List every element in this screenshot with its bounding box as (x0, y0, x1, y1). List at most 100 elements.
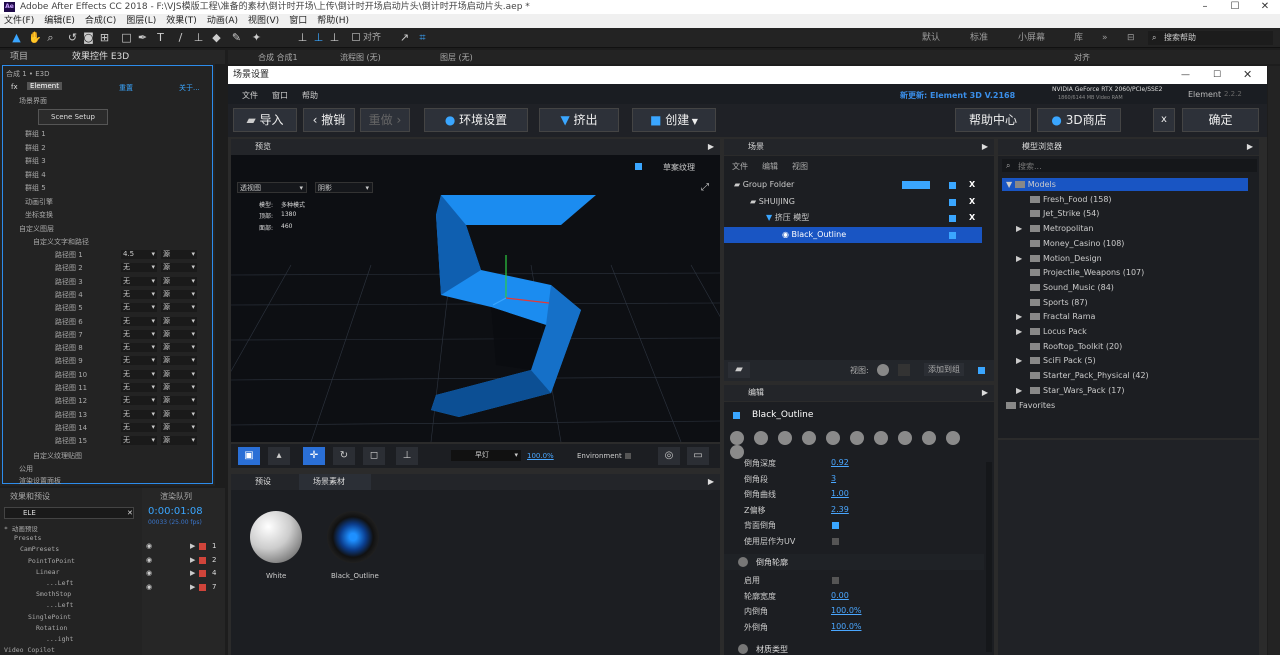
view-grid-icon[interactable] (898, 364, 910, 376)
edit-expand-icon[interactable]: ▶ (982, 385, 988, 401)
model-folder-item[interactable]: Money_Casino (108) (1002, 237, 1248, 250)
menu-layer[interactable]: 图层(L) (126, 16, 156, 26)
path-layer-value-dropdown[interactable]: 无 ▾ (121, 289, 157, 299)
workspace-standard[interactable]: 标准 (970, 30, 988, 46)
preset-tree-item[interactable]: Linear (36, 568, 59, 576)
bevel-property-value[interactable]: 100.0% (831, 606, 862, 615)
reset-link[interactable]: 重置 (119, 83, 133, 93)
property-value[interactable]: 3 (831, 474, 836, 483)
browser-expand-icon[interactable]: ▶ (1247, 139, 1253, 155)
eye-icon[interactable]: ◉ (146, 583, 152, 591)
expand-arrow-icon[interactable]: ▶ (1016, 252, 1022, 265)
import-button[interactable]: ▰ 导入 (233, 108, 297, 132)
tab-effects-presets[interactable]: 效果和预设 (10, 491, 50, 502)
rotate-tool-icon[interactable]: ↺ (66, 31, 79, 44)
pen-tool-icon[interactable]: ✒ (136, 31, 149, 44)
path-layer-source-dropdown[interactable]: 源 ▾ (161, 276, 197, 286)
path-layer-source-dropdown[interactable]: 源 ▾ (161, 422, 197, 432)
path-layer-source-dropdown[interactable]: 源 ▾ (161, 303, 197, 313)
e3d-menu-file[interactable]: 文件 (242, 90, 258, 101)
path-layer-source-dropdown[interactable]: 源 ▾ (161, 409, 197, 419)
material-type-toggle-icon[interactable] (738, 644, 748, 654)
globe-settings-icon[interactable] (946, 431, 960, 445)
axis-icon[interactable]: ⊥ (396, 447, 418, 465)
workspace-library[interactable]: 库 (1074, 30, 1083, 46)
maximize-icon[interactable]: ☐ (1220, 0, 1250, 14)
align-checkbox[interactable] (352, 33, 360, 41)
e3d-menu-help[interactable]: 帮助 (302, 90, 318, 101)
clear-search-icon[interactable]: ✕ (127, 509, 133, 517)
zoom-tool-icon[interactable]: ⌕ (44, 31, 57, 44)
layer-expand-icon[interactable]: ▶ (190, 583, 195, 591)
layer-expand-icon[interactable]: ▶ (190, 569, 195, 577)
layer-expand-icon[interactable]: ▶ (190, 542, 195, 550)
tab-project[interactable]: 项目 (10, 50, 28, 64)
tab-comp[interactable]: 合成 合成1 (258, 52, 298, 63)
shading-icon[interactable] (826, 431, 840, 445)
path-layer-value-dropdown[interactable]: 无 ▾ (121, 329, 157, 339)
path-layer-value-dropdown[interactable]: 无 ▾ (121, 369, 157, 379)
material-black-outline[interactable] (327, 511, 379, 563)
delete-item-icon[interactable]: X (969, 180, 975, 189)
path-layer-source-dropdown[interactable]: 源 ▾ (161, 369, 197, 379)
create-button[interactable]: ■ 创建 ▼ (632, 108, 716, 132)
model-search-input[interactable]: ⌕ 搜索... (1002, 159, 1257, 172)
edit-scrollbar[interactable] (986, 462, 992, 652)
glow-icon[interactable] (898, 431, 912, 445)
model-folder-item[interactable]: Favorites (1002, 399, 1248, 412)
path-layer-source-dropdown[interactable]: 源 ▾ (161, 396, 197, 406)
bevel-property-value[interactable]: 100.0% (831, 622, 862, 631)
close-icon[interactable]: ✕ (1250, 0, 1280, 14)
scene-menu-file[interactable]: 文件 (732, 161, 748, 172)
path-layer-source-dropdown[interactable]: 源 ▾ (161, 250, 197, 259)
shadow-dropdown[interactable]: 阴影 ▾ (315, 182, 373, 193)
group-item[interactable]: 群组 4 (25, 170, 46, 180)
path-layer-source-dropdown[interactable]: 源 ▾ (161, 289, 197, 299)
menu-help[interactable]: 帮助(H) (317, 16, 349, 26)
bevel-property-value[interactable]: 0.00 (831, 591, 849, 600)
extrude-button[interactable]: ▼ 挤出 (539, 108, 619, 132)
expand-arrow-icon[interactable]: ▶ (1016, 310, 1022, 323)
scene-tree-item[interactable]: ◉ Black_Outline (724, 226, 982, 243)
settings-gear-icon[interactable] (730, 445, 744, 459)
model-folder-item[interactable]: Sports (87) (1002, 296, 1248, 309)
model-folder-item[interactable]: ▶ Locus Pack (1002, 325, 1248, 338)
model-folder-item[interactable]: Starter_Pack_Physical (42) (1002, 369, 1248, 382)
image-icon[interactable] (802, 431, 816, 445)
clone-stamp-icon[interactable]: ⊥ (192, 31, 205, 44)
menu-edit[interactable]: 编辑(E) (44, 16, 75, 26)
tab-flowchart[interactable]: 流程图 (无) (340, 52, 381, 63)
preset-tree-item[interactable]: CamPresets (20, 545, 59, 553)
preset-tree-item[interactable]: Video Copilot (4, 646, 55, 654)
public-label[interactable]: 公用 (19, 464, 33, 474)
fullscreen-icon[interactable]: ⤢ (701, 182, 709, 193)
e3d-menu-window[interactable]: 窗口 (272, 90, 288, 101)
menu-view[interactable]: 视图(V) (248, 16, 279, 26)
viewport[interactable]: 透视图 ▾ 阴影 ▾ 模型: 多种模式 顶部: 1380 面部: 460 草案纹理 … (231, 155, 720, 442)
layer-expand-icon[interactable]: ▶ (190, 556, 195, 564)
help-search-input[interactable]: ⌕ 搜索帮助 (1148, 31, 1273, 45)
preset-tree-item[interactable]: ...Left (46, 579, 73, 587)
workspace-small[interactable]: 小屏幕 (1018, 30, 1045, 46)
select-icon[interactable]: ▴ (268, 447, 290, 465)
pan-behind-tool-icon[interactable]: ⊞ (98, 31, 111, 44)
path-layer-value-dropdown[interactable]: 无 ▾ (121, 276, 157, 286)
path-layer-value-dropdown[interactable]: 4.5 ▾ (121, 250, 157, 259)
tab-presets[interactable]: 预设 (255, 474, 271, 490)
path-layer-value-dropdown[interactable]: 无 ▾ (121, 263, 157, 273)
group-item[interactable]: 坐标变换 (25, 210, 53, 220)
preset-tree-item[interactable]: SinglePoint (28, 613, 71, 621)
brush-tool-icon[interactable]: / (174, 31, 187, 44)
scene-tree-item[interactable]: ▰ SHUIJING (724, 194, 982, 210)
custom-text-label[interactable]: 自定义文字和路径 (33, 237, 89, 247)
visibility-toggle[interactable] (949, 231, 956, 239)
eye-icon[interactable]: ◉ (146, 569, 152, 577)
group-item[interactable]: 群组 1 (25, 129, 46, 139)
world-axis-icon[interactable]: ⊥ (312, 31, 325, 44)
path-layer-value-dropdown[interactable]: 无 ▾ (121, 422, 157, 432)
enable-bevel-checkbox[interactable] (832, 577, 839, 584)
custom-layers-label[interactable]: 自定义图层 (19, 224, 54, 234)
menu-window[interactable]: 窗口 (289, 16, 307, 26)
sphere-icon[interactable] (778, 431, 792, 445)
model-folder-item[interactable]: Projectile_Weapons (107) (1002, 266, 1248, 279)
